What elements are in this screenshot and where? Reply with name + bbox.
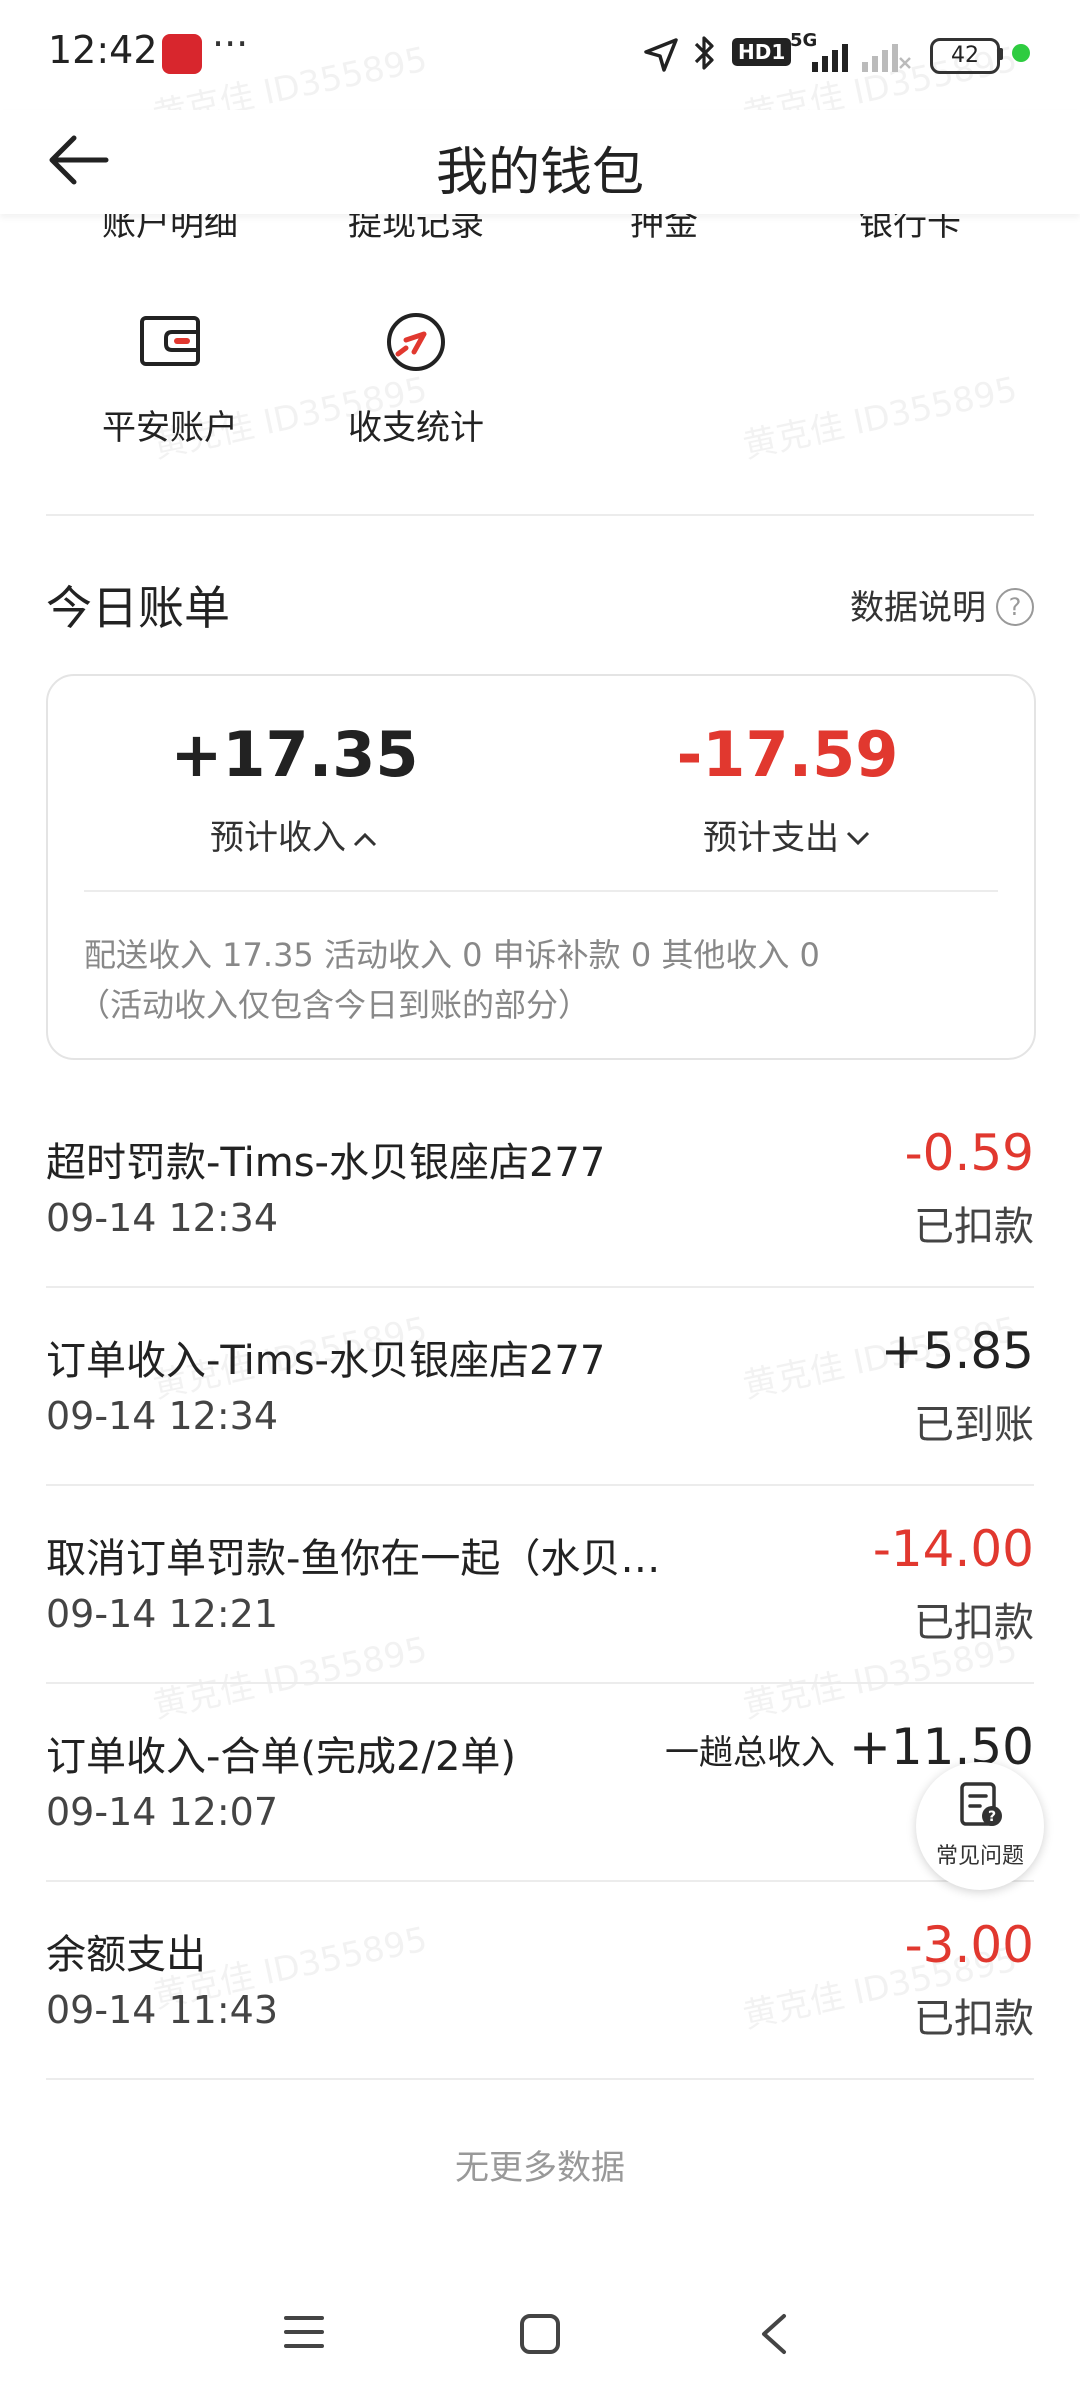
transaction-row[interactable]: 订单收入-Tims-水贝银座店277 09-14 12:34 +5.85 已到账 — [46, 1290, 1034, 1486]
more-notifications-icon: ··· — [212, 22, 249, 66]
transaction-time: 09-14 12:34 — [46, 1394, 279, 1438]
estimated-income-value: +17.35 — [170, 718, 419, 791]
row-divider — [46, 2078, 1034, 2080]
battery-tip — [998, 48, 1003, 60]
chevron-down-icon — [846, 831, 870, 846]
home-nav-icon[interactable] — [518, 2312, 562, 2356]
transaction-status: 已扣款 — [914, 1996, 1034, 2042]
menu-item-label: 收支统计 — [348, 408, 484, 448]
transaction-amount: +5.85 — [880, 1322, 1034, 1380]
transaction-status: 已扣款 — [914, 1600, 1034, 1646]
app-notification-icon — [162, 34, 202, 74]
location-icon — [644, 38, 678, 72]
transaction-amount: -0.59 — [904, 1124, 1034, 1182]
transaction-row[interactable]: 订单收入-合单(完成2/2单) 09-14 12:07 一趟总收入 +11.50 — [46, 1686, 1034, 1882]
row-divider — [46, 1682, 1034, 1684]
transaction-row[interactable]: 取消订单罚款-鱼你在一起（水贝… 09-14 12:21 -14.00 已扣款 — [46, 1488, 1034, 1684]
transaction-time: 09-14 12:34 — [46, 1196, 279, 1240]
no-more-data-text: 无更多数据 — [455, 2148, 625, 2188]
transaction-row[interactable]: 超时罚款-Tims-水贝银座店277 09-14 12:34 -0.59 已扣款 — [46, 1092, 1034, 1288]
transaction-row[interactable]: 余额支出 09-14 11:43 -3.00 已扣款 — [46, 1884, 1034, 2080]
trip-total-income-label: 一趟总收入 — [664, 1733, 835, 1773]
estimated-income-toggle[interactable]: 预计收入 — [48, 810, 541, 859]
page-title: 我的钱包 — [435, 143, 644, 203]
row-divider — [46, 1484, 1034, 1486]
section-title-today-bill: 今日账单 — [46, 581, 230, 635]
status-time: 12:42 — [48, 28, 158, 72]
data-explanation-link[interactable]: 数据说明 — [850, 580, 986, 629]
transaction-title: 订单收入-Tims-水贝银座店277 — [46, 1338, 606, 1384]
transaction-time: 09-14 12:07 — [46, 1790, 279, 1834]
transaction-amount: -3.00 — [904, 1916, 1034, 1974]
card-divider — [84, 890, 998, 892]
row-divider — [46, 1286, 1034, 1288]
svg-text:?: ? — [988, 1809, 996, 1825]
privacy-indicator — [1012, 44, 1030, 62]
faq-label: 常见问题 — [935, 1844, 1024, 1869]
estimated-expense-toggle[interactable]: 预计支出 — [541, 810, 1034, 859]
menu-item-income-stats[interactable]: 收支统计 — [316, 300, 516, 450]
menu-nav-icon[interactable] — [282, 2312, 326, 2352]
transaction-status: 已扣款 — [914, 1204, 1034, 1250]
transaction-time: 09-14 12:21 — [46, 1592, 279, 1636]
menu-item-label: 平安账户 — [102, 408, 238, 448]
transaction-title: 余额支出 — [46, 1932, 206, 1978]
menu-item-pingan-account[interactable]: 平安账户 — [70, 300, 270, 450]
faq-icon: ? — [960, 1782, 1002, 1826]
back-nav-icon[interactable] — [758, 2312, 790, 2356]
transaction-title: 订单收入-合单(完成2/2单) — [46, 1734, 517, 1780]
status-bar: 12:42 ··· HD1 5G 42 — [0, 0, 1080, 110]
income-breakdown-note: （活动收入仅包含今日到账的部分） — [78, 986, 591, 1024]
transaction-time: 09-14 11:43 — [46, 1988, 279, 2032]
estimated-income-label: 预计收入 — [209, 818, 346, 858]
transaction-status: 已到账 — [914, 1402, 1034, 1448]
transaction-amount: -14.00 — [872, 1520, 1034, 1578]
today-summary-card: +17.35 预计收入 -17.59 预计支出 配送收入 17.35 活动收入 … — [46, 674, 1036, 1060]
chevron-up-icon — [353, 832, 377, 847]
estimated-expense-value: -17.59 — [676, 718, 899, 791]
section-divider — [46, 514, 1034, 516]
help-icon[interactable]: ? — [996, 588, 1034, 626]
watermark: 黄克佳 ID355895 — [739, 369, 1021, 467]
estimated-expense-label: 预计支出 — [702, 818, 839, 858]
row-divider — [46, 1880, 1034, 1882]
bluetooth-icon — [694, 36, 714, 70]
faq-floating-button[interactable]: ? 常见问题 — [916, 1762, 1044, 1890]
signal-icon — [812, 44, 911, 72]
transaction-title: 取消订单罚款-鱼你在一起（水贝… — [46, 1536, 661, 1582]
wallet-icon — [140, 316, 200, 366]
battery-icon: 42 — [930, 38, 1000, 74]
hd-badge: HD1 — [732, 38, 792, 66]
transaction-title: 超时罚款-Tims-水贝银座店277 — [46, 1140, 606, 1186]
income-breakdown: 配送收入 17.35 活动收入 0 申诉补款 0 其他收入 0 — [84, 936, 820, 974]
top-nav-bar: 我的钱包 — [0, 110, 1080, 214]
stats-icon — [387, 313, 445, 371]
